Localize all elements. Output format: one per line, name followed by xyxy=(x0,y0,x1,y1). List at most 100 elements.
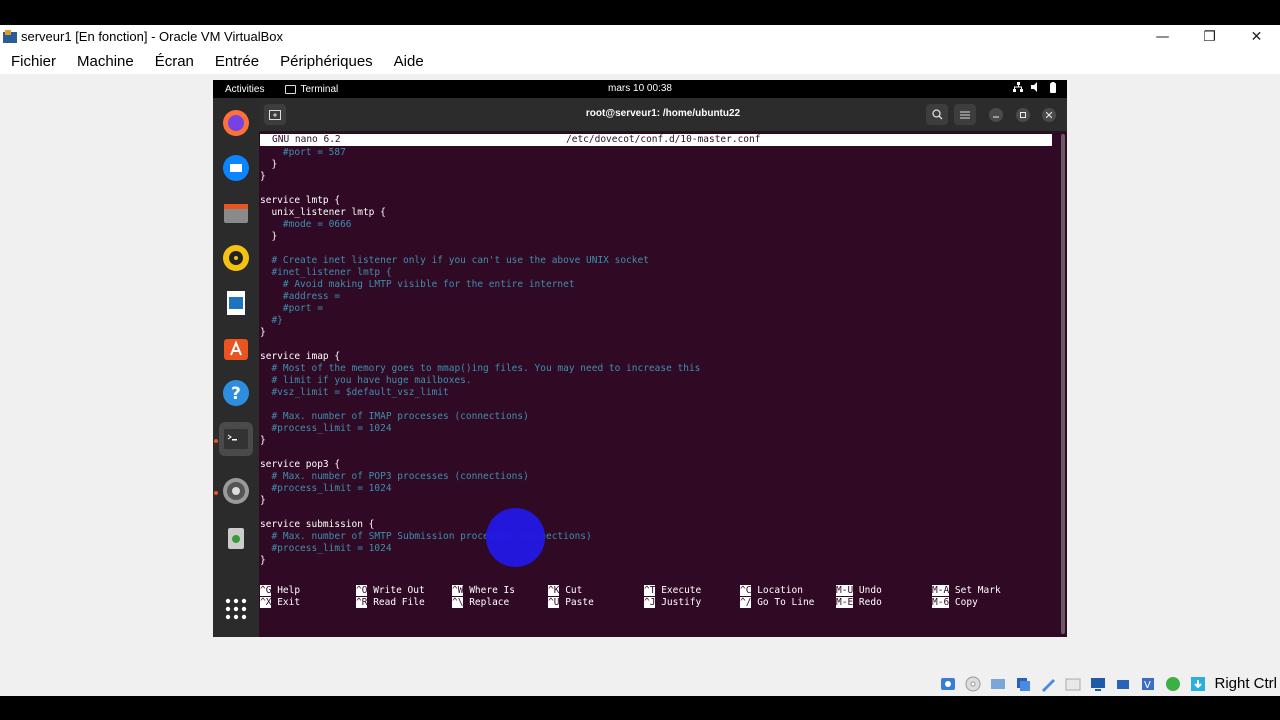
menu-button[interactable] xyxy=(954,104,976,125)
shortcut-key: ^/ xyxy=(740,597,752,608)
code-line: } xyxy=(260,231,278,242)
gnome-top-bar: Activities Terminal mars 10 00:38 xyxy=(213,80,1067,98)
clock[interactable]: mars 10 00:38 xyxy=(213,83,1067,94)
dock-writer[interactable] xyxy=(219,286,253,320)
shortcut-label: Go To Line xyxy=(757,597,815,608)
network-wired-icon xyxy=(1013,82,1023,92)
running-indicator xyxy=(214,491,218,495)
shortcut-item: M-U Undo xyxy=(836,585,882,597)
video-capture-icon[interactable] xyxy=(1112,674,1133,694)
code-line: } xyxy=(260,159,278,170)
shortcut-key: M-E xyxy=(836,597,854,608)
dock-show-apps[interactable] xyxy=(219,592,253,626)
dock-trash[interactable] xyxy=(219,520,253,554)
menu-entree[interactable]: Entrée xyxy=(215,53,259,70)
menu-fichier[interactable]: Fichier xyxy=(11,53,56,70)
terminal-minimize-button[interactable] xyxy=(989,108,1003,122)
trash-icon xyxy=(228,528,244,549)
dock-files[interactable] xyxy=(219,196,253,230)
shortcut-label: Write Out xyxy=(373,585,425,596)
audio-icon[interactable] xyxy=(987,674,1008,694)
search-button[interactable] xyxy=(926,104,948,125)
menu-peripheriques[interactable]: Périphériques xyxy=(280,53,373,70)
dock: ? xyxy=(213,98,259,637)
search-icon xyxy=(931,109,942,120)
shared-folders-icon[interactable] xyxy=(1062,674,1083,694)
shortcut-item: ^\ Replace xyxy=(452,597,509,609)
firefox-icon xyxy=(223,110,249,136)
shortcut-key: M-6 xyxy=(932,597,950,608)
mouse-integration-icon[interactable] xyxy=(1162,674,1183,694)
terminal-window[interactable]: root@serveur1: /home/ubuntu22 GNU nano 6… xyxy=(259,98,1067,637)
shortcut-item: ^X Exit xyxy=(260,597,300,609)
keyboard-capture-icon[interactable] xyxy=(1187,674,1208,694)
usb-icon[interactable] xyxy=(1037,674,1058,694)
code-line: #inet_listener lmtp { xyxy=(260,267,392,278)
code-line: } xyxy=(260,555,266,566)
display-icon[interactable] xyxy=(1087,674,1108,694)
guest-screen[interactable]: Activities Terminal mars 10 00:38 ? root… xyxy=(213,80,1067,637)
settings-icon xyxy=(223,478,249,504)
shortcut-label: Redo xyxy=(858,597,882,608)
code-line: # Avoid making LMTP visible for the enti… xyxy=(260,279,575,290)
dock-help[interactable]: ? xyxy=(219,376,253,410)
dock-settings[interactable] xyxy=(219,474,253,508)
shortcut-key: ^O xyxy=(356,585,368,596)
close-button[interactable]: ✕ xyxy=(1233,25,1280,48)
shortcut-label: Where Is xyxy=(469,585,515,596)
terminal-maximize-button[interactable] xyxy=(1016,108,1030,122)
editor-buffer[interactable]: #port = 587 }} service lmtp { unix_listen… xyxy=(260,147,1052,567)
minimize-icon xyxy=(993,116,999,118)
terminal-header: root@serveur1: /home/ubuntu22 xyxy=(259,98,1067,132)
shortcut-item: M-E Redo xyxy=(836,597,882,609)
code-line: #} xyxy=(260,315,283,326)
optical-drive-icon[interactable] xyxy=(962,674,983,694)
dock-firefox[interactable] xyxy=(219,106,253,140)
code-line: # Create inet listener only if you can't… xyxy=(260,255,649,266)
rhythmbox-icon xyxy=(223,245,249,271)
network-icon[interactable] xyxy=(1012,674,1033,694)
shortcut-key: ^R xyxy=(356,597,368,608)
battery-icon xyxy=(1050,82,1056,93)
minimize-button[interactable]: — xyxy=(1139,25,1186,48)
code-line: } xyxy=(260,171,266,182)
help-icon: ? xyxy=(223,380,249,406)
terminal-close-button[interactable] xyxy=(1042,108,1056,122)
dock-terminal[interactable] xyxy=(219,422,253,456)
shortcut-label: Read File xyxy=(373,597,425,608)
code-line: service imap { xyxy=(260,351,341,362)
shortcut-label: Location xyxy=(757,585,803,596)
system-tray[interactable] xyxy=(1013,82,1057,93)
code-line: } xyxy=(260,495,266,506)
menu-aide[interactable]: Aide xyxy=(394,53,424,70)
hard-disk-icon[interactable] xyxy=(937,674,958,694)
cpu-icon[interactable]: V xyxy=(1137,674,1158,694)
code-line: # Most of the memory goes to mmap()ing f… xyxy=(260,363,701,374)
restore-button[interactable]: ❐ xyxy=(1186,25,1233,48)
dock-thunderbird[interactable] xyxy=(219,151,253,185)
shortcut-key: ^X xyxy=(260,597,272,608)
shortcut-label: Cut xyxy=(565,585,583,596)
menu-bar: Fichier Machine Écran Entrée Périphériqu… xyxy=(0,48,1280,74)
shortcut-key: ^T xyxy=(644,585,656,596)
menu-machine[interactable]: Machine xyxy=(77,53,134,70)
status-bar: V Right Ctrl xyxy=(0,671,1280,696)
shortcut-item: ^O Write Out xyxy=(356,585,425,597)
menu-ecran[interactable]: Écran xyxy=(155,53,194,70)
code-line: # Max. number of IMAP processes (connect… xyxy=(260,411,529,422)
shortcut-item: ^/ Go To Line xyxy=(740,597,814,609)
code-line: #mode = 0666 xyxy=(260,219,352,230)
code-line: #process_limit = 1024 xyxy=(260,543,392,554)
dock-software[interactable] xyxy=(219,331,253,365)
shortcut-key: ^U xyxy=(548,597,560,608)
dock-rhythmbox[interactable] xyxy=(219,241,253,275)
thunderbird-icon xyxy=(223,155,249,181)
terminal-scrollbar[interactable] xyxy=(1061,134,1065,634)
virtualbox-app-icon xyxy=(1,28,19,46)
shortcut-item: ^R Read File xyxy=(356,597,425,609)
